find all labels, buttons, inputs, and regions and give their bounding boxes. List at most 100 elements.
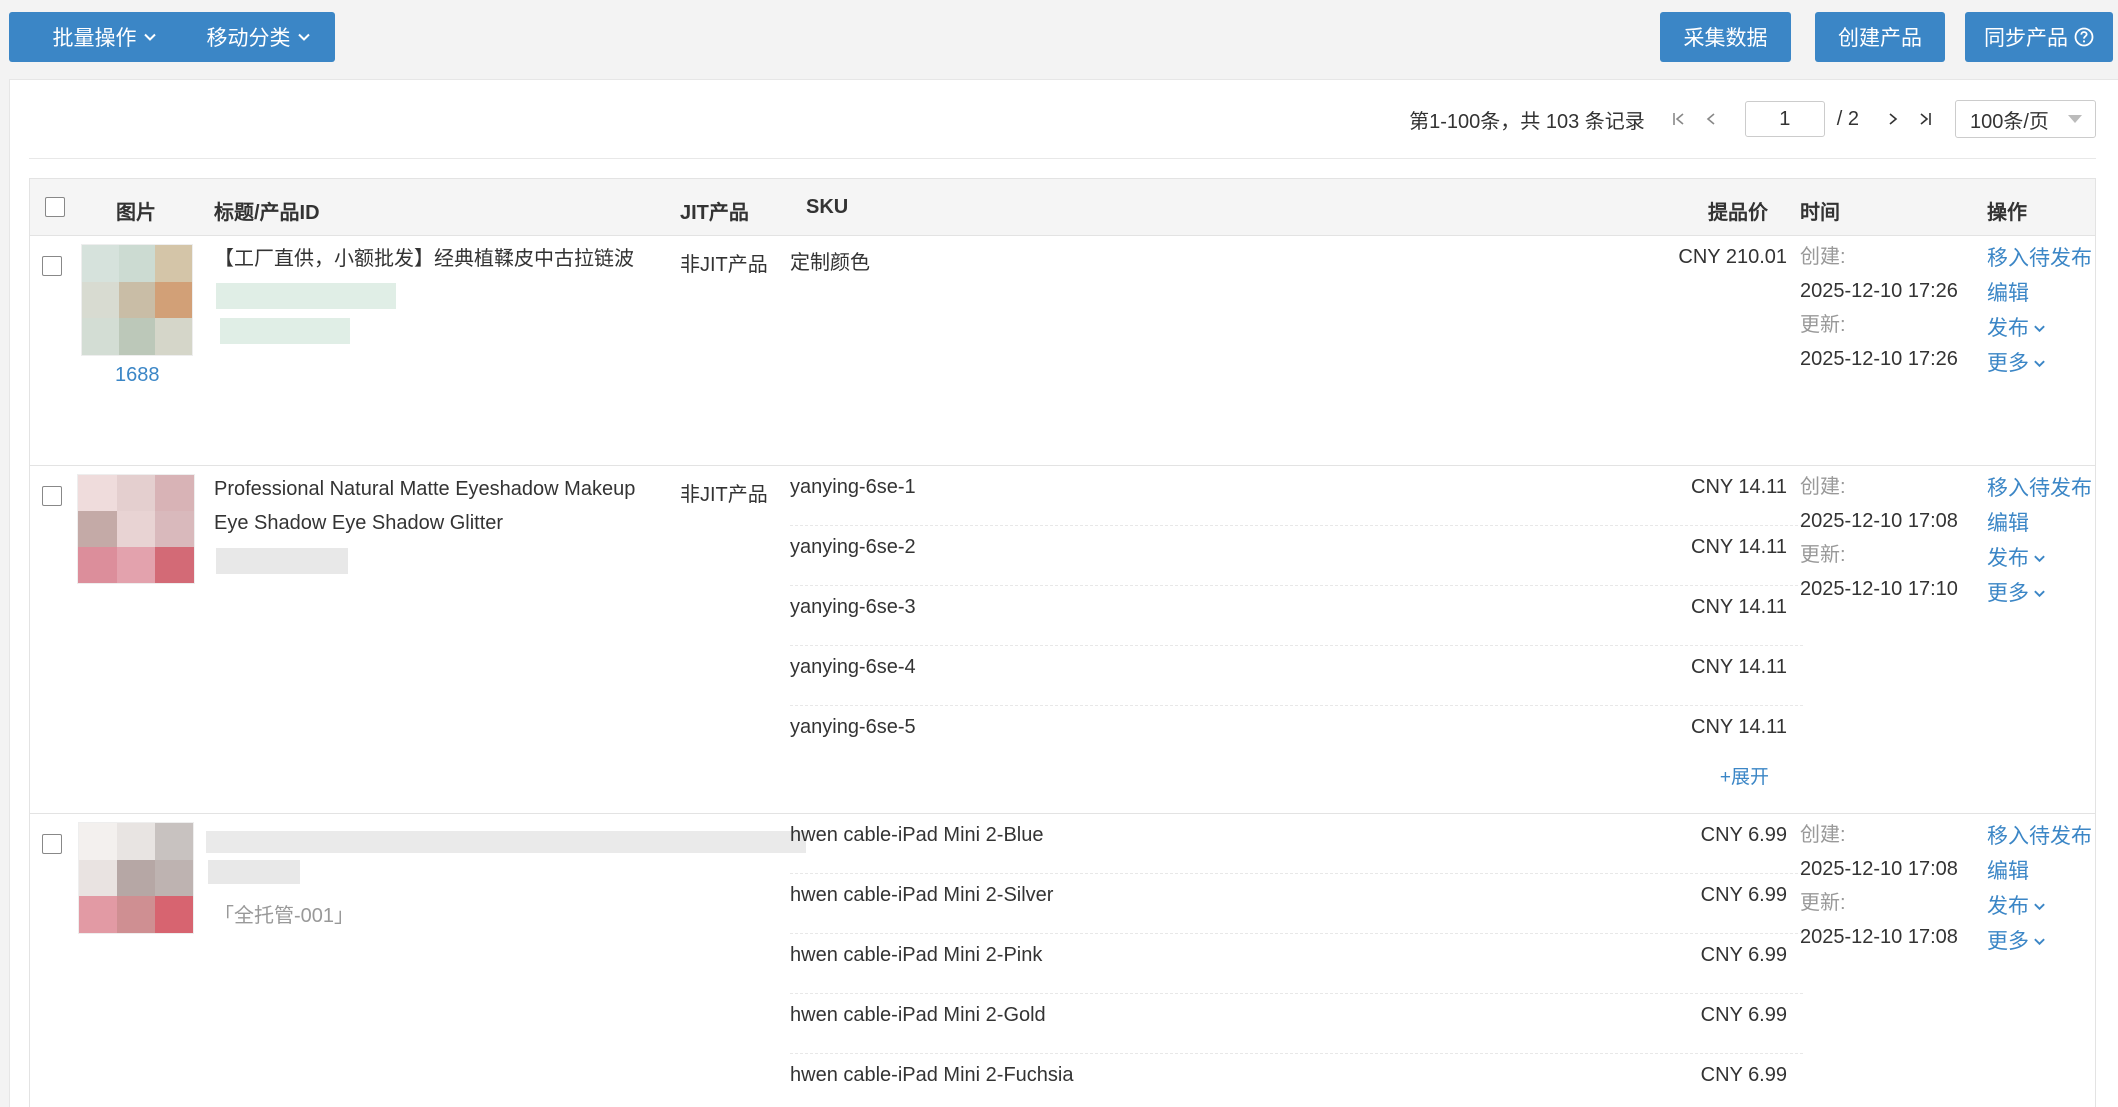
more-dropdown[interactable]: 更多: [1987, 346, 2095, 381]
created-label: 创建:: [1800, 246, 1846, 268]
product-table: 图片 标题/产品ID JIT产品 SKU 提品价 时间 操作 1688 【工厂直…: [29, 178, 2096, 1107]
select-all-checkbox[interactable]: [45, 197, 65, 217]
pagination: 第1-100条，共 103 条记录 / 2 100条/页: [1000, 100, 2096, 138]
created-label: 创建:: [1800, 476, 1846, 498]
publish-dropdown[interactable]: 发布: [1987, 311, 2095, 346]
sku-price: CNY 14.11: [1691, 476, 1787, 498]
row-actions: 移入待发布 编辑 发布 更多: [1987, 471, 2095, 611]
record-summary: 第1-100条，共 103 条记录: [1409, 110, 1645, 133]
chevron-down-icon: [2034, 325, 2045, 333]
question-circle-icon: [2074, 27, 2094, 47]
header-sku: SKU: [806, 196, 849, 218]
sync-product-label: 同步产品: [1984, 27, 2068, 50]
create-product-button[interactable]: 创建产品: [1815, 12, 1945, 62]
blurred-product-id: [220, 318, 350, 344]
move-to-pending-link[interactable]: 移入待发布: [1987, 819, 2095, 854]
sku-price: CNY 14.11: [1691, 656, 1787, 678]
product-thumbnail[interactable]: [77, 474, 195, 584]
sku-name: yanying-6se-1: [790, 476, 916, 498]
edit-link[interactable]: 编辑: [1987, 506, 2095, 541]
updated-label: 更新:: [1800, 544, 1846, 566]
move-to-pending-link[interactable]: 移入待发布: [1987, 471, 2095, 506]
page-number-input[interactable]: [1744, 101, 1825, 137]
move-category-label: 移动分类: [206, 27, 291, 50]
sku-name: hwen cable-iPad Mini 2-Silver: [790, 884, 1054, 906]
sku-price: CNY 14.11: [1691, 716, 1787, 738]
sku-line: 定制颜色 CNY 210.01: [790, 236, 1803, 296]
sku-price: CNY 6.99: [1700, 944, 1787, 966]
blurred-text: [216, 283, 396, 309]
chevron-down-icon: [2034, 555, 2045, 563]
header-image: 图片: [116, 202, 156, 224]
batch-operations-button[interactable]: 批量操作: [9, 12, 200, 62]
chevron-down-icon: [2034, 903, 2045, 911]
row-actions: 移入待发布 编辑 发布 更多: [1987, 819, 2095, 959]
blurred-text: [208, 860, 300, 884]
total-pages: / 2: [1836, 107, 1859, 130]
row-checkbox[interactable]: [42, 256, 62, 276]
sku-line: hwen cable-iPad Mini 2-Silver CNY 6.99: [790, 874, 1803, 934]
time-block: 创建: 2025-12-10 17:08 更新: 2025-12-10 17:0…: [1800, 818, 1960, 954]
sku-price: CNY 6.99: [1700, 1004, 1787, 1026]
product-thumbnail[interactable]: [78, 822, 194, 934]
product-title-line1[interactable]: Professional Natural Matte Eyeshadow Mak…: [214, 472, 635, 506]
move-category-button[interactable]: 移动分类: [182, 12, 335, 62]
blurred-title: [206, 831, 806, 853]
prev-page-icon[interactable]: [1695, 103, 1727, 135]
sku-name: yanying-6se-4: [790, 656, 916, 678]
sku-name: hwen cable-iPad Mini 2-Pink: [790, 944, 1043, 966]
time-block: 创建: 2025-12-10 17:08 更新: 2025-12-10 17:1…: [1800, 470, 1960, 606]
sku-line: yanying-6se-4 CNY 14.11: [790, 646, 1803, 706]
last-page-icon[interactable]: [1909, 103, 1941, 135]
source-link[interactable]: 1688: [115, 364, 160, 387]
table-row: Professional Natural Matte Eyeshadow Mak…: [30, 466, 2095, 814]
edit-link[interactable]: 编辑: [1987, 276, 2095, 311]
chevron-down-icon: [2034, 938, 2045, 946]
sku-price: CNY 6.99: [1700, 824, 1787, 846]
batch-operations-label: 批量操作: [52, 27, 137, 50]
edit-link[interactable]: 编辑: [1987, 854, 2095, 889]
product-thumbnail[interactable]: [81, 244, 193, 356]
page-size-select[interactable]: 100条/页: [1955, 100, 2096, 138]
move-to-pending-link[interactable]: 移入待发布: [1987, 241, 2095, 276]
time-block: 创建: 2025-12-10 17:26 更新: 2025-12-10 17:2…: [1800, 240, 1960, 376]
sku-line: hwen cable-iPad Mini 2-Fuchsia CNY 6.99: [790, 1054, 1803, 1107]
sku-name: hwen cable-iPad Mini 2-Blue: [790, 824, 1044, 846]
collect-data-button[interactable]: 采集数据: [1660, 12, 1791, 62]
sku-line: hwen cable-iPad Mini 2-Pink CNY 6.99: [790, 934, 1803, 994]
next-page-icon[interactable]: [1877, 103, 1909, 135]
row-checkbox[interactable]: [42, 486, 62, 506]
first-page-icon[interactable]: [1663, 103, 1695, 135]
header-ops: 操作: [1987, 202, 2027, 224]
created-time: 2025-12-10 17:08: [1800, 858, 1958, 880]
table-row: 1688 【工厂直供，小额批发】经典植鞣皮中古拉链波 非JIT产品 定制颜色 C…: [30, 236, 2095, 466]
header-time: 时间: [1800, 202, 1840, 224]
sku-price: CNY 210.01: [1678, 246, 1787, 268]
created-time: 2025-12-10 17:26: [1800, 280, 1958, 302]
caret-down-icon: [2068, 115, 2082, 123]
managed-tag: 「全托管-001」: [214, 905, 355, 927]
sku-line: yanying-6se-3 CNY 14.11: [790, 586, 1803, 646]
chevron-down-icon: [2034, 360, 2045, 368]
sku-line: hwen cable-iPad Mini 2-Blue CNY 6.99: [790, 814, 1803, 874]
publish-dropdown[interactable]: 发布: [1987, 889, 2095, 924]
product-title-line2[interactable]: Eye Shadow Eye Shadow Glitter: [214, 506, 503, 540]
more-dropdown[interactable]: 更多: [1987, 576, 2095, 611]
expand-skus-link[interactable]: +展开: [1720, 762, 1769, 789]
sku-name: hwen cable-iPad Mini 2-Gold: [790, 1004, 1046, 1026]
sync-product-button[interactable]: 同步产品: [1965, 12, 2113, 62]
table-header: 图片 标题/产品ID JIT产品 SKU 提品价 时间 操作: [30, 179, 2095, 236]
sku-name: hwen cable-iPad Mini 2-Fuchsia: [790, 1064, 1074, 1086]
sku-price: CNY 14.11: [1691, 536, 1787, 558]
row-checkbox[interactable]: [42, 834, 62, 854]
updated-time: 2025-12-10 17:26: [1800, 348, 1958, 370]
jit-status: 非JIT产品: [680, 254, 768, 276]
create-product-label: 创建产品: [1838, 27, 1922, 50]
sku-name: yanying-6se-2: [790, 536, 916, 558]
sku-name: 定制颜色: [790, 252, 870, 274]
product-title[interactable]: 【工厂直供，小额批发】经典植鞣皮中古拉链波: [214, 242, 634, 276]
publish-dropdown[interactable]: 发布: [1987, 541, 2095, 576]
divider: [29, 158, 2096, 159]
more-dropdown[interactable]: 更多: [1987, 924, 2095, 959]
updated-time: 2025-12-10 17:10: [1800, 578, 1958, 600]
